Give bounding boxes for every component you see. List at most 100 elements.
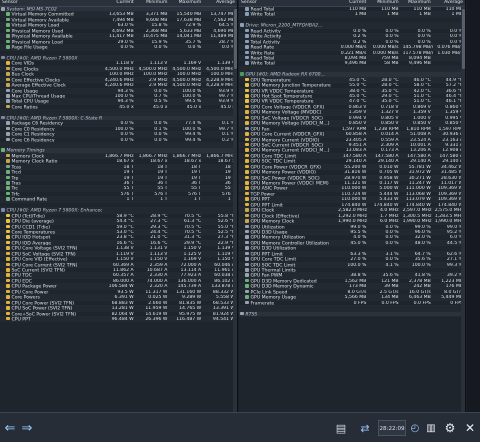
col-average[interactable]: Average <box>203 0 237 6</box>
power-icon <box>245 132 249 136</box>
value-maximum: 77.923 A <box>180 273 202 278</box>
column-header[interactable]: Sensor Current Minimum Maximum Average <box>239 0 465 7</box>
value-current: 86.000 A <box>112 278 134 284</box>
nav-right-arrow-icon[interactable]: ⇒ <box>19 419 35 437</box>
sensor-group-header[interactable]: RTSS <box>239 311 465 317</box>
col-maximum[interactable]: Maximum <box>169 0 203 6</box>
group-label: CPU [#0]: AMD Ryzen 7 5800X: Enhanced <box>6 208 102 213</box>
mem-icon <box>245 278 249 283</box>
sensor-label: Core C1 Residency <box>11 132 55 137</box>
sensor-label: Physical Memory Used <box>11 29 64 34</box>
value-average: 22.9 °C <box>217 240 235 246</box>
value-average: 19 T <box>224 175 235 180</box>
network-icon[interactable]: ⇄ <box>356 419 374 437</box>
value-current: 100.0 % <box>347 262 367 267</box>
value-current: 100.0 % <box>114 94 134 99</box>
scrollbar-left[interactable] <box>233 7 237 412</box>
sensor-label: Core+SoC Power (SVI2 TFN) <box>11 311 77 316</box>
col-minimum[interactable]: Minimum <box>368 0 400 6</box>
value-current: 55.200 W <box>344 164 367 170</box>
scrollbar-thumb[interactable] <box>233 9 237 69</box>
value-maximum: 242 MB <box>413 284 431 289</box>
sensor-label: CPU EDC <box>11 279 32 284</box>
scrollbar-right[interactable] <box>461 7 465 412</box>
gear-icon[interactable]: ⚙ <box>442 419 458 437</box>
value-current: 29.0 % <box>117 39 134 45</box>
value-minimum: 100.0 MHz <box>142 72 168 77</box>
report-icon[interactable]: ▥ <box>424 419 438 437</box>
sensor-label: CPU Core Current (SVI2 TFN) <box>11 262 78 267</box>
value-maximum: 35.7 % <box>185 39 202 45</box>
value-current <box>336 268 368 272</box>
value-current: 4,240.6 MHz <box>104 77 134 83</box>
value-average: 36 T <box>224 181 235 186</box>
col-current[interactable]: Current <box>336 0 368 6</box>
value-maximum: 55.781 W <box>408 164 431 170</box>
power-icon <box>6 257 10 261</box>
value-minimum <box>368 246 400 250</box>
value-minimum: 0.0 % <box>385 39 399 45</box>
close-icon[interactable]: ✕ <box>462 419 478 437</box>
col-sensor[interactable]: Sensor <box>239 0 336 6</box>
nav-left-arrow-icon[interactable]: ⇐ <box>2 419 18 437</box>
value-maximum: 1 T <box>194 197 202 202</box>
sensor-label: GPU Memory Power (VDDIO) <box>250 170 316 175</box>
clock-icon <box>6 104 10 109</box>
sensor-label: CPU IOD Average <box>11 241 52 246</box>
mem-icon <box>6 191 10 196</box>
value-maximum: 30.271 W <box>408 175 431 180</box>
chip-icon <box>1 115 5 120</box>
value-maximum: 1.000 V <box>413 115 431 121</box>
value-current: 110.000 W <box>341 186 367 191</box>
sensor-panel-right[interactable]: Sensor Current Minimum Maximum Average R… <box>239 0 466 412</box>
temp-icon <box>6 229 10 234</box>
col-minimum[interactable]: Minimum <box>136 0 170 6</box>
value-maximum: 70.5 °C <box>184 213 202 219</box>
value-current: 55 T <box>123 186 134 191</box>
value-current: 7,494 MB <box>111 17 134 23</box>
temp-icon <box>6 224 10 228</box>
monitor-icon[interactable]: ▤ <box>333 419 349 437</box>
sensor-label: Read Total <box>250 56 275 61</box>
sensor-row[interactable]: CPU PPT 96.484 W 26.396 W 116.487 W 94.541 W <box>0 316 237 323</box>
value-current: 1,562 MB <box>344 278 367 284</box>
col-sensor[interactable]: Sensor <box>0 0 102 6</box>
sensor-panel-left[interactable]: Sensor Current Minimum Maximum Average S… <box>0 0 238 412</box>
value-current: 18 T <box>123 164 134 170</box>
value-current: 96.484 W <box>111 316 134 322</box>
value-maximum: 4,500.0 MHz <box>172 66 202 72</box>
value-average: 4,228.9 MHz <box>206 83 235 88</box>
value-minimum: 11.959 W <box>145 306 168 311</box>
value-maximum: 32.0 % <box>414 235 431 240</box>
disk-icon <box>245 12 249 16</box>
power-icon <box>245 153 249 158</box>
value-current: 1.118 V <box>115 61 134 66</box>
col-maximum[interactable]: Maximum <box>401 0 433 6</box>
power-icon <box>6 300 10 305</box>
sensor-label: GPU Clock <box>250 208 275 213</box>
value-maximum: 6,463 MB <box>409 295 431 300</box>
value-minimum: 0.805 V <box>380 115 399 121</box>
sensor-label: GPU D3D Memory Dedicated <box>250 279 317 284</box>
value-current: 1.359 V <box>348 110 367 115</box>
temp-icon <box>245 77 249 82</box>
power-icon <box>6 295 10 299</box>
mem-icon <box>6 28 10 33</box>
clock-reset-icon[interactable]: ◴ <box>408 419 422 437</box>
value-current: 13.083 A <box>345 148 367 153</box>
value-average: 0.0 % <box>221 45 235 50</box>
mem-icon <box>245 295 249 299</box>
scrollbar-thumb[interactable] <box>461 9 465 69</box>
value-current: 94.3 % <box>117 88 134 93</box>
column-header[interactable]: Sensor Current Minimum Maximum Average <box>0 0 237 7</box>
col-current[interactable]: Current <box>102 0 136 6</box>
temp-icon <box>6 219 10 223</box>
value-minimum: 3,371 MB <box>145 12 168 17</box>
value-maximum: 0.850 V <box>413 121 431 126</box>
value-current: 6.391 W <box>114 295 134 300</box>
value-maximum: 1,300.5 MHz <box>402 213 432 219</box>
value-minimum: 0.0 % <box>154 121 168 126</box>
col-average[interactable]: Average <box>433 0 465 6</box>
value-maximum: 95.975 W <box>179 311 202 316</box>
value-current: 60.369 A <box>112 262 134 267</box>
